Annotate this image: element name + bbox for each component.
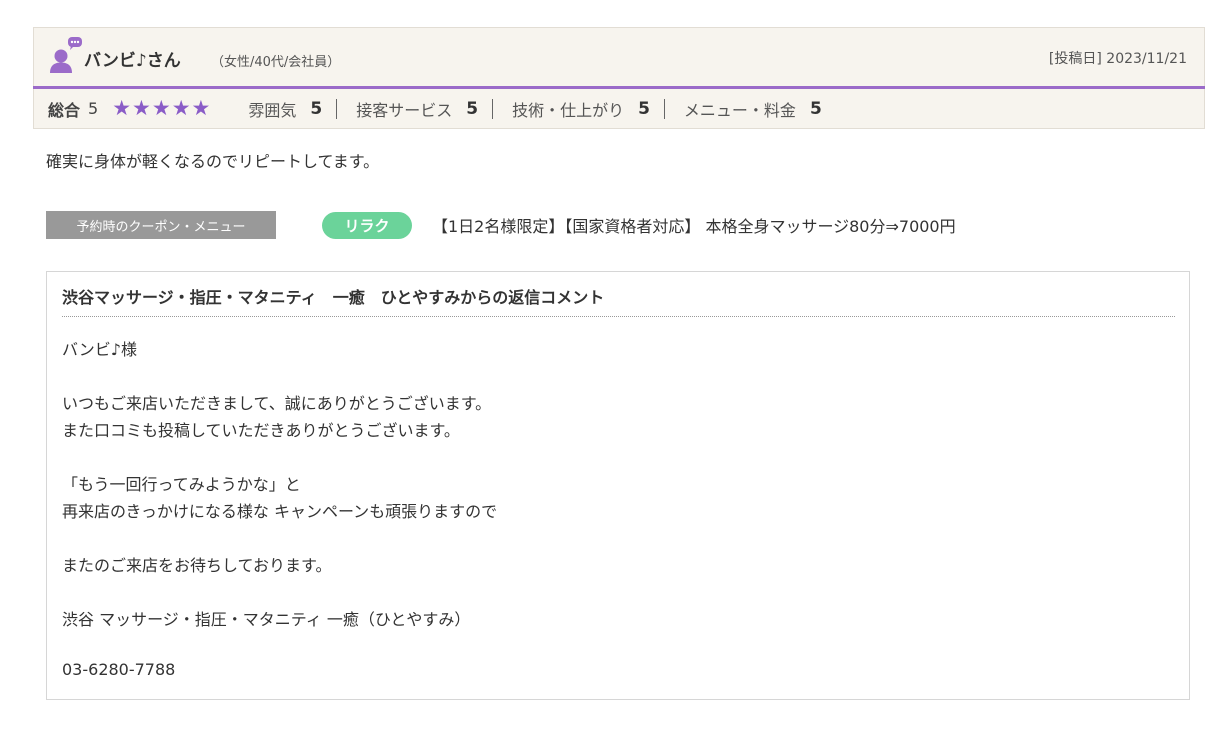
coupon-label: 予約時のクーポン・メニュー — [46, 211, 276, 239]
coupon-link[interactable]: 【1日2名様限定】【国家資格者対応】 本格全身マッサージ80分⇒7000円 — [432, 213, 956, 237]
star-rating: ★ ★ ★ ★ ★ — [112, 98, 210, 119]
rating-bar: 総合 5 ★ ★ ★ ★ ★ 雰囲気 5 接客サービス 5 技術・仕上がり 5 メニュー… — [33, 89, 1205, 129]
coupon-row: 予約時のクーポン・メニュー リラク 【1日2名様限定】【国家資格者対応】 本格全… — [46, 211, 956, 239]
overall-score: 5 — [88, 99, 99, 118]
reply-line: 「もう一回行ってみようかな」と — [62, 475, 301, 494]
category-technique: 技術・仕上がり 5 — [512, 97, 684, 121]
reviewer-name: バンビ♪さん — [84, 51, 181, 71]
category-divider — [492, 98, 494, 119]
category-score: 5 — [638, 98, 650, 119]
reply-line: 再来店のきっかけになる様な キャンペーンも頑張りますので — [62, 502, 498, 521]
star-icon: ★ — [191, 96, 211, 120]
category-label: メニュー・料金 — [683, 100, 796, 120]
category-label: 雰囲気 — [248, 100, 297, 120]
star-icon: ★ — [151, 96, 171, 120]
reply-line: バンビ♪様 — [62, 340, 138, 359]
category-divider — [663, 98, 665, 119]
star-icon: ★ — [171, 96, 191, 120]
reply-line: いつもご来店いただきまして、誠にありがとうございます。 — [62, 394, 492, 413]
user-speech-bubble-icon — [49, 36, 83, 74]
star-icon: ★ — [132, 96, 151, 120]
category-menu-price: メニュー・料金 5 — [684, 97, 822, 121]
category-divider — [336, 98, 338, 119]
review-header: バンビ♪さん （女性/40代/会社員） [投稿日] 2023/11/21 — [33, 27, 1205, 86]
reply-line: 渋谷 マッサージ・指圧・マタニティ 一癒（ひとやすみ） — [62, 610, 471, 629]
reply-line: 03-6280-7788 — [62, 660, 176, 679]
reply-line: またのご来店をお待ちしております。 — [62, 556, 332, 575]
category-service: 接客サービス 5 — [356, 97, 512, 121]
star-icon: ★ — [112, 96, 132, 120]
reply-line: また口コミも投稿していただきありがとうございます。 — [62, 421, 460, 440]
post-date: [投稿日] 2023/11/21 — [1048, 51, 1187, 67]
coupon-category-tag: リラク — [322, 211, 412, 239]
reply-title: 渋谷マッサージ・指圧・マタニティ 一癒 ひとやすみからの返信コメント — [62, 288, 605, 307]
overall-label: 総合 — [48, 100, 81, 120]
category-label: 接客サービス — [356, 100, 453, 120]
category-atmosphere: 雰囲気 5 — [248, 97, 356, 121]
category-score: 5 — [310, 98, 323, 119]
salon-reply: 渋谷マッサージ・指圧・マタニティ 一癒 ひとやすみからの返信コメント バンビ♪様… — [46, 271, 1190, 700]
review-card: バンビ♪さん （女性/40代/会社員） [投稿日] 2023/11/21 総合 … — [33, 27, 1205, 129]
category-label: 技術・仕上がり — [512, 100, 625, 120]
category-score: 5 — [466, 98, 479, 119]
category-score: 5 — [809, 98, 822, 119]
review-body: 確実に身体が軽くなるのでリピートしてます。 — [46, 152, 380, 171]
reply-divider — [62, 316, 1175, 317]
reviewer-attributes: （女性/40代/会社員） — [211, 55, 341, 70]
